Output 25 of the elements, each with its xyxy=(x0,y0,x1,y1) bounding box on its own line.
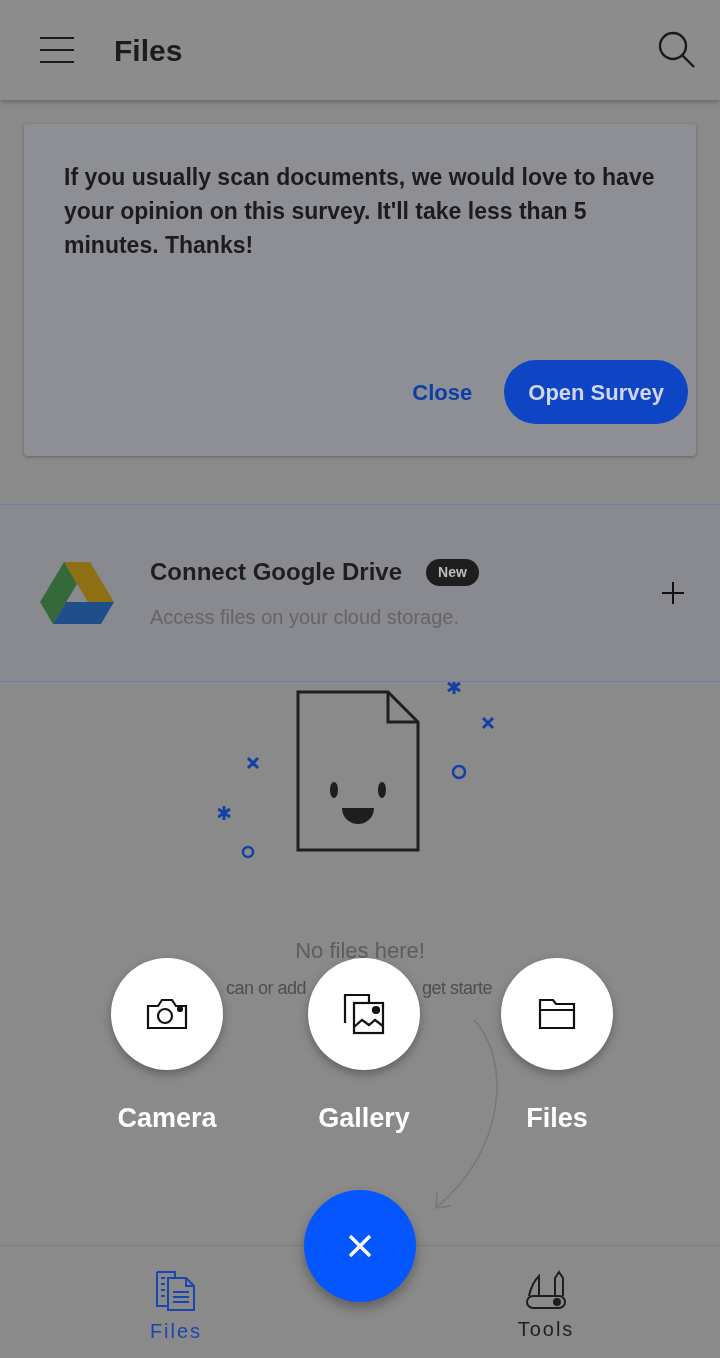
plus-icon[interactable] xyxy=(662,582,684,604)
folder-icon xyxy=(538,998,576,1030)
tools-icon xyxy=(525,1270,567,1310)
menu-icon[interactable] xyxy=(40,36,74,64)
open-survey-button[interactable]: Open Survey xyxy=(504,360,688,424)
page-title: Files xyxy=(114,32,183,69)
folder-button[interactable] xyxy=(501,958,613,1070)
connect-title: Connect Google Drive xyxy=(150,557,403,587)
empty-hint-text: get starte xyxy=(422,977,493,1000)
empty-hint-text: can or add xyxy=(224,977,306,1000)
nav-tab[interactable]: Tools xyxy=(446,1246,646,1358)
close-icon xyxy=(349,1235,371,1257)
drive-logo-icon xyxy=(40,562,114,624)
gallery-button[interactable] xyxy=(308,958,420,1070)
documents-icon xyxy=(155,1270,197,1312)
action-label: Camera xyxy=(117,1102,217,1135)
gallery-icon xyxy=(343,993,385,1035)
action-label: Gallery xyxy=(318,1102,410,1135)
new-badge: New xyxy=(426,558,479,586)
camera-button[interactable] xyxy=(111,958,223,1070)
survey-message: If you usually scan documents, we would love to have your opinion on this survey. It'll take less than 5 minutes. Thanks! xyxy=(64,163,656,260)
close-button[interactable]: Close xyxy=(412,375,473,409)
camera-icon xyxy=(146,998,188,1030)
action-label: Files xyxy=(526,1102,588,1135)
search-icon[interactable] xyxy=(658,31,696,69)
